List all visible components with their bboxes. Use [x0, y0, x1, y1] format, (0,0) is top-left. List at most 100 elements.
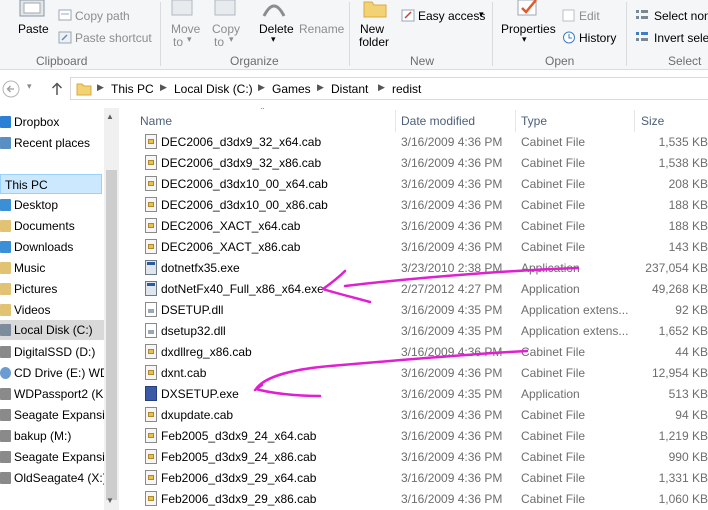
file-name: DEC2006_d3dx9_32_x86.cab: [161, 156, 322, 170]
file-name: DEC2006_d3dx9_32_x64.cab: [161, 135, 322, 149]
file-name: dotnetfx35.exe: [161, 261, 240, 275]
address-row: ▾ ▶ This PC ▶ Local Disk (C:) ▶ Games ▶ …: [0, 71, 708, 107]
cab-icon: [145, 344, 157, 359]
file-row[interactable]: DEC2006_XACT_x64.cab 3/16/2009 4:36 PM Cab…: [141, 215, 708, 236]
file-size: 44 KB: [675, 345, 708, 359]
up-arrow-icon[interactable]: [49, 80, 65, 98]
nav-item-label: Dropbox: [14, 115, 60, 129]
nav-item-label: Recent places: [14, 136, 91, 150]
cab-icon: [145, 218, 157, 233]
nav-item[interactable]: Music: [0, 258, 104, 278]
address-bar[interactable]: ▶ This PC ▶ Local Disk (C:) ▶ Games ▶ Di…: [70, 77, 708, 100]
file-row[interactable]: Feb2006_d3dx9_29_x64.cab 3/16/2009 4:36 P…: [141, 467, 708, 488]
file-row[interactable]: dxdllreg_x86.cab 3/16/2009 4:36 PM Cabinet…: [141, 341, 708, 362]
properties-button[interactable]: Properties: [501, 22, 556, 36]
file-row[interactable]: dotnetfx35.exe 3/23/2010 2:38 PM Applicati…: [141, 257, 708, 278]
paste-button[interactable]: Paste: [18, 22, 49, 36]
chevron-down-icon: ▾: [479, 9, 484, 19]
select-none-button[interactable]: Select non: [654, 9, 708, 23]
new-folder-button[interactable]: New: [360, 22, 384, 36]
nav-item[interactable]: Seagate Expansio: [0, 447, 104, 467]
file-size: 1,538 KB: [658, 156, 708, 170]
file-size: 208 KB: [668, 177, 708, 191]
nav-item[interactable]: Downloads: [0, 237, 104, 257]
nav-item[interactable]: OldSeagate4 (X:): [0, 468, 104, 488]
edit-button[interactable]: Edit: [579, 9, 600, 23]
file-row[interactable]: dxupdate.cab 3/16/2009 4:36 PM Cabinet Fil…: [141, 404, 708, 425]
cab-icon: [145, 239, 157, 254]
nav-scrollbar-thumb[interactable]: [106, 170, 117, 500]
file-row[interactable]: DXSETUP.exe 3/16/2009 4:35 PM Application 5…: [141, 383, 708, 404]
nav-item[interactable]: Dropbox: [0, 112, 104, 132]
file-size: 49,268 KB: [651, 282, 708, 296]
file-row[interactable]: Feb2006_d3dx9_29_x86.cab 3/16/2009 4:36 P…: [141, 488, 708, 509]
nav-item[interactable]: Documents: [0, 216, 104, 236]
delete-button[interactable]: Delete: [259, 22, 294, 36]
file-row[interactable]: Feb2005_d3dx9_24_x64.cab 3/16/2009 4:36 P…: [141, 425, 708, 446]
breadcrumb-separator-icon: ▶: [317, 82, 324, 92]
breadcrumb-local-disk[interactable]: Local Disk (C:): [174, 82, 253, 96]
file-date: 3/16/2009 4:36 PM: [401, 345, 503, 359]
column-divider[interactable]: [395, 110, 396, 132]
file-type: Application: [521, 387, 580, 401]
file-type: Cabinet File: [521, 198, 586, 212]
ribbon-separator: [349, 2, 350, 66]
cab-icon: [145, 176, 157, 191]
easy-access-button[interactable]: Easy access: [418, 9, 485, 23]
copy-to-button[interactable]: Copy: [212, 22, 240, 36]
file-row[interactable]: dsetup32.dll 3/16/2009 4:35 PM Application…: [141, 320, 708, 341]
easy-access-icon: [401, 9, 415, 22]
recent-locations-icon[interactable]: ▾: [27, 81, 32, 92]
file-row[interactable]: DEC2006_d3dx9_32_x64.cab 3/16/2009 4:36 P…: [141, 131, 708, 152]
nav-item[interactable]: Seagate Expansio: [0, 405, 104, 425]
nav-item[interactable]: Local Disk (C:): [0, 320, 104, 340]
file-row[interactable]: DEC2006_d3dx9_32_x86.cab 3/16/2009 4:36 P…: [141, 152, 708, 173]
nav-item[interactable]: bakup (M:): [0, 426, 104, 446]
scroll-down-icon[interactable]: ▼: [106, 496, 114, 505]
scroll-up-icon[interactable]: ▲: [106, 112, 114, 121]
file-type: Cabinet File: [521, 408, 586, 422]
setup-exe-icon: [145, 386, 157, 401]
copy-path-button[interactable]: Copy path: [75, 9, 130, 23]
paste-icon: [19, 0, 45, 17]
column-divider[interactable]: [515, 110, 516, 132]
file-name: DEC2006_XACT_x86.cab: [161, 240, 301, 254]
file-row[interactable]: dxnt.cab 3/16/2009 4:36 PM Cabinet File 12,…: [141, 362, 708, 383]
breadcrumb-games[interactable]: Games: [272, 82, 311, 96]
move-to-label-line2: to: [173, 35, 184, 49]
cab-icon: [145, 428, 157, 443]
file-row[interactable]: DSETUP.dll 3/16/2009 4:35 PM Application e…: [141, 299, 708, 320]
paste-shortcut-button[interactable]: Paste shortcut: [75, 31, 152, 45]
history-button[interactable]: History: [579, 31, 616, 45]
nav-item[interactable]: WDPassport2 (K:): [0, 384, 104, 404]
file-size: 1,652 KB: [658, 324, 708, 338]
file-row[interactable]: dotNetFx40_Full_x86_x64.exe 2/27/2012 4:2…: [141, 278, 708, 299]
breadcrumb-distant[interactable]: Distant: [331, 82, 368, 96]
file-row[interactable]: DEC2006_XACT_x86.cab 3/16/2009 4:36 PM Cab…: [141, 236, 708, 257]
column-header-name[interactable]: Name: [140, 114, 172, 128]
file-row[interactable]: Feb2005_d3dx9_24_x86.cab 3/16/2009 4:36 P…: [141, 446, 708, 467]
back-icon[interactable]: [2, 80, 20, 98]
file-name: DEC2006_XACT_x64.cab: [161, 219, 301, 233]
invert-selection-button[interactable]: Invert select: [654, 31, 708, 45]
nav-item[interactable]: Recent places: [0, 133, 104, 153]
nav-item[interactable]: DigitalSSD (D:): [0, 342, 104, 362]
nav-item[interactable]: This PC: [0, 174, 102, 194]
column-header-date[interactable]: Date modified: [401, 114, 475, 128]
column-header-size[interactable]: Size: [641, 114, 664, 128]
nav-item[interactable]: Videos: [0, 300, 104, 320]
copy-path-icon: [58, 9, 72, 21]
column-divider[interactable]: [634, 110, 635, 132]
cab-icon: [145, 134, 157, 149]
breadcrumb-this-pc[interactable]: This PC: [111, 82, 154, 96]
move-to-button[interactable]: Move: [171, 22, 200, 36]
rename-button[interactable]: Rename: [299, 22, 344, 36]
nav-item[interactable]: Desktop: [0, 195, 104, 215]
breadcrumb-redist[interactable]: redist: [392, 82, 421, 96]
file-row[interactable]: DEC2006_d3dx10_00_x64.cab 3/16/2009 4:36 …: [141, 173, 708, 194]
sort-ascending-icon: ⌃: [259, 108, 266, 115]
nav-item[interactable]: CD Drive (E:) WD: [0, 363, 104, 383]
nav-item[interactable]: Pictures: [0, 279, 104, 299]
column-header-type[interactable]: Type: [521, 114, 547, 128]
file-row[interactable]: DEC2006_d3dx10_00_x86.cab 3/16/2009 4:36 …: [141, 194, 708, 215]
